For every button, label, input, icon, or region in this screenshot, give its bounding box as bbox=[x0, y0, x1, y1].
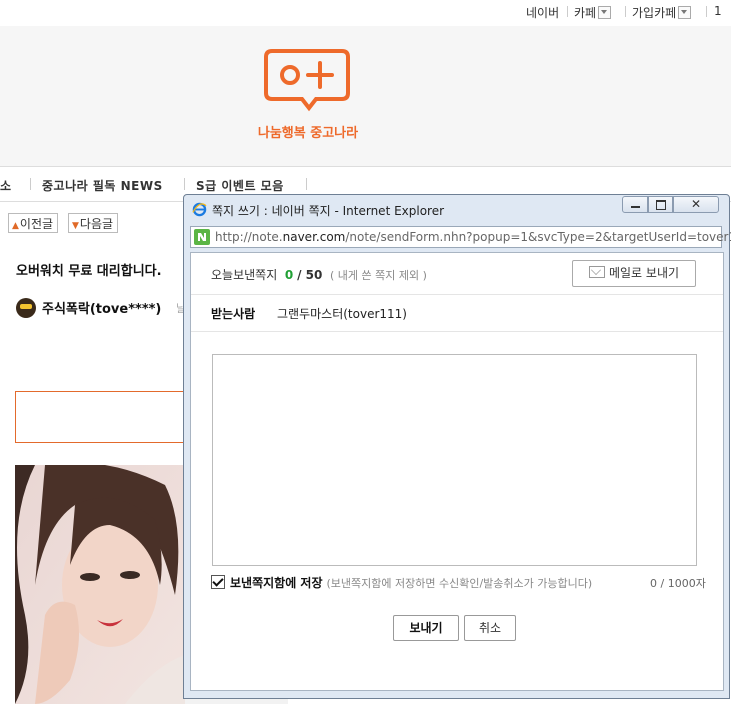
url-path: /note/sendForm.nhn?popup=1&svcType=2&tar… bbox=[345, 230, 731, 244]
sent-count-label: 오늘보낸쪽지 0 / 50 ( 내게 쓴 쪽지 제외 ) bbox=[211, 266, 427, 283]
portrait-image-icon bbox=[15, 465, 185, 704]
send-as-mail-label: 메일로 보내기 bbox=[608, 266, 680, 280]
arrow-down-icon: ▼ bbox=[72, 221, 79, 231]
save-checkbox-label[interactable]: 보낸쪽지함에 저장 bbox=[230, 576, 323, 590]
prev-post-button[interactable]: ▲이전글 bbox=[8, 213, 59, 233]
sent-count-row: 오늘보낸쪽지 0 / 50 ( 내게 쓴 쪽지 제외 ) 메일로 보내기 bbox=[191, 253, 723, 295]
menu-item-notice-news[interactable]: 중고나라 필독 NEWS bbox=[42, 177, 163, 194]
arrow-up-icon: ▲ bbox=[12, 221, 19, 231]
today-sent-label: 오늘보낸쪽지 bbox=[211, 268, 278, 282]
url-domain: naver.com bbox=[282, 230, 346, 244]
next-post-label: 다음글 bbox=[79, 217, 114, 231]
close-icon: ✕ bbox=[691, 197, 702, 211]
popup-window: 쪽지 쓰기 : 네이버 쪽지 - Internet Explorer ✕ htt… bbox=[183, 194, 731, 699]
naver-site-icon bbox=[194, 229, 210, 245]
minimize-button[interactable] bbox=[622, 196, 648, 213]
character-count: 0 / 1000자 bbox=[650, 577, 706, 590]
joined-cafe-link[interactable]: 가입카페 bbox=[632, 4, 692, 21]
menu-item-event[interactable]: S급 이벤트 모음 bbox=[196, 177, 284, 194]
window-titlebar[interactable]: 쪽지 쓰기 : 네이버 쪽지 - Internet Explorer ✕ bbox=[184, 195, 729, 223]
recipient-label: 받는사람 bbox=[211, 307, 256, 321]
window-title: 쪽지 쓰기 : 네이버 쪽지 - Internet Explorer bbox=[212, 204, 445, 218]
sent-count-value: 0 bbox=[284, 268, 294, 282]
avatar[interactable] bbox=[16, 298, 36, 318]
prev-post-label: 이전글 bbox=[19, 217, 54, 231]
today-sent-note: ( 내게 쓴 쪽지 제외 ) bbox=[329, 269, 427, 282]
divider bbox=[30, 178, 31, 190]
internet-explorer-icon bbox=[192, 202, 207, 217]
send-button[interactable]: 보내기 bbox=[393, 615, 459, 641]
send-as-mail-button[interactable]: 메일로 보내기 bbox=[572, 260, 696, 287]
top-bar: 네이버 카페 가입카페 1 bbox=[0, 0, 731, 26]
author-name[interactable]: 주식폭락(tove****) bbox=[42, 302, 161, 317]
url-prefix: http://note. bbox=[215, 230, 283, 244]
cafe-logo-text[interactable]: 나눔행복 중고나라 bbox=[228, 122, 388, 141]
close-button[interactable]: ✕ bbox=[673, 196, 719, 213]
maximize-button[interactable] bbox=[648, 196, 673, 213]
address-bar[interactable]: http://note.naver.com/note/sendForm.nhn?… bbox=[190, 226, 731, 248]
cafe-link-label: 카페 bbox=[574, 6, 597, 20]
save-option-note: (보낸쪽지함에 저장하면 수신확인/발송취소가 가능합니다) bbox=[326, 577, 593, 590]
post-title: 오버워치 무료 대리합니다. bbox=[16, 264, 162, 279]
divider bbox=[567, 6, 568, 17]
recipient-row: 받는사람 그랜두마스터(tover111) bbox=[191, 295, 723, 332]
more-link[interactable]: 1 bbox=[714, 4, 722, 18]
cancel-button[interactable]: 취소 bbox=[464, 615, 516, 641]
message-textarea[interactable] bbox=[212, 354, 697, 566]
divider bbox=[306, 178, 307, 190]
save-to-sent-option[interactable]: 보낸쪽지함에 저장 (보낸쪽지함에 저장하면 수신확인/발송취소가 가능합니다) bbox=[211, 574, 592, 591]
next-post-button[interactable]: ▼다음글 bbox=[68, 213, 119, 233]
minimize-icon bbox=[631, 206, 640, 208]
cafe-link[interactable]: 카페 bbox=[574, 4, 612, 21]
post-author[interactable]: 주식폭락(tove****) bbox=[16, 298, 161, 318]
menu-item[interactable]: 소 bbox=[0, 177, 12, 194]
divider bbox=[184, 178, 185, 190]
divider bbox=[706, 6, 707, 17]
chevron-down-icon[interactable] bbox=[598, 6, 612, 19]
post-image bbox=[15, 465, 185, 704]
maximize-icon bbox=[656, 200, 666, 210]
recipient-value: 그랜두마스터(tover111) bbox=[277, 307, 407, 321]
divider bbox=[625, 6, 626, 17]
chevron-down-icon[interactable] bbox=[678, 6, 692, 19]
address-url[interactable]: http://note.naver.com/note/sendForm.nhn?… bbox=[215, 230, 731, 244]
joined-cafe-label: 가입카페 bbox=[632, 6, 677, 20]
naver-link[interactable]: 네이버 bbox=[526, 4, 559, 21]
note-form: 오늘보낸쪽지 0 / 50 ( 내게 쓴 쪽지 제외 ) 메일로 보내기 받는사… bbox=[190, 252, 724, 691]
envelope-icon bbox=[588, 266, 605, 278]
sent-limit-value: / 50 bbox=[297, 268, 323, 282]
save-checkbox[interactable] bbox=[211, 575, 225, 589]
cafe-logo-icon[interactable] bbox=[262, 47, 354, 113]
cafe-header bbox=[0, 26, 731, 166]
